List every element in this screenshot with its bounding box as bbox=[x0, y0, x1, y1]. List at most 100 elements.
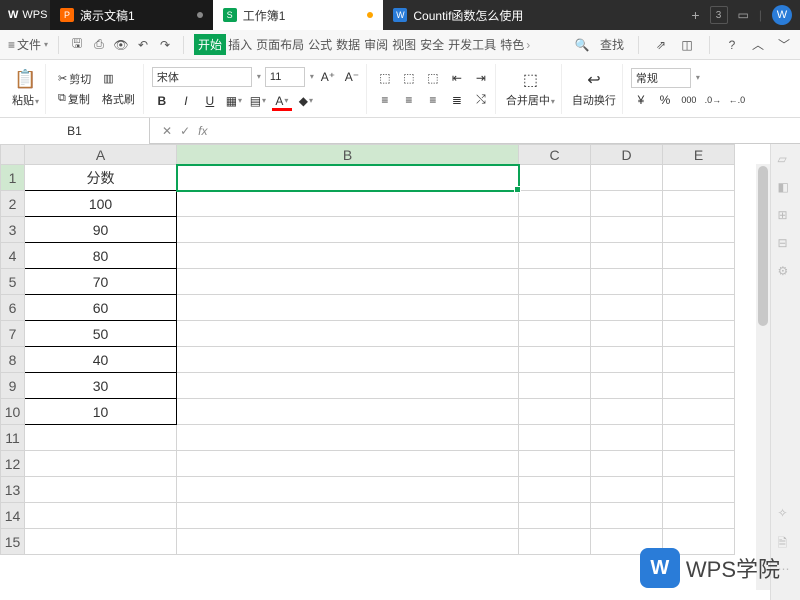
print-icon[interactable]: ⎙ bbox=[91, 37, 107, 53]
ribbon-tab-review[interactable]: 审阅 bbox=[362, 34, 390, 55]
tab-document[interactable]: W Countif函数怎么使用 bbox=[383, 0, 533, 30]
cell-E8[interactable] bbox=[663, 347, 735, 373]
row-header[interactable]: 5 bbox=[1, 269, 25, 295]
bold-button[interactable]: B bbox=[152, 91, 172, 111]
cell-B8[interactable] bbox=[177, 347, 519, 373]
cell-A15[interactable] bbox=[25, 529, 177, 555]
cell-A8[interactable]: 40 bbox=[25, 347, 177, 373]
cell-A11[interactable] bbox=[25, 425, 177, 451]
cell-A9[interactable]: 30 bbox=[25, 373, 177, 399]
cell-E11[interactable] bbox=[663, 425, 735, 451]
tab-count-badge[interactable]: 3 bbox=[710, 6, 728, 24]
cell-B7[interactable] bbox=[177, 321, 519, 347]
cell-D9[interactable] bbox=[591, 373, 663, 399]
dec-decimal-icon[interactable]: ←.0 bbox=[727, 90, 747, 110]
window-icon[interactable]: ◫ bbox=[679, 37, 695, 53]
sparkle-icon[interactable]: ✧ bbox=[778, 506, 794, 522]
cell-E1[interactable] bbox=[663, 165, 735, 191]
chevron-down-icon[interactable]: ▾ bbox=[696, 73, 700, 82]
align-middle-icon[interactable]: ⬚ bbox=[399, 68, 419, 88]
ribbon-tab-formula[interactable]: 公式 bbox=[306, 34, 334, 55]
expand-ribbon-icon[interactable]: ﹀ bbox=[776, 37, 792, 53]
file-menu[interactable]: ≡ 文件 ▾ bbox=[8, 36, 48, 53]
cell-D11[interactable] bbox=[591, 425, 663, 451]
cell-E14[interactable] bbox=[663, 503, 735, 529]
cell-B10[interactable] bbox=[177, 399, 519, 425]
cell-D5[interactable] bbox=[591, 269, 663, 295]
paste-group[interactable]: 📋 粘贴▾ bbox=[6, 64, 46, 114]
chevron-down-icon[interactable]: ▾ bbox=[257, 72, 261, 81]
align-left-icon[interactable]: ≡ bbox=[375, 90, 395, 110]
cell-C12[interactable] bbox=[519, 451, 591, 477]
cell-B6[interactable] bbox=[177, 295, 519, 321]
cell-D3[interactable] bbox=[591, 217, 663, 243]
search-label[interactable]: 查找 bbox=[600, 36, 624, 53]
cell-B13[interactable] bbox=[177, 477, 519, 503]
row-header[interactable]: 13 bbox=[1, 477, 25, 503]
cell-E10[interactable] bbox=[663, 399, 735, 425]
help-icon[interactable]: ? bbox=[724, 37, 740, 53]
currency-icon[interactable]: ¥ bbox=[631, 90, 651, 110]
cell-E2[interactable] bbox=[663, 191, 735, 217]
cell-C6[interactable] bbox=[519, 295, 591, 321]
vertical-scrollbar[interactable] bbox=[756, 164, 770, 590]
inc-decimal-icon[interactable]: .0→ bbox=[703, 90, 723, 110]
cell-A5[interactable]: 70 bbox=[25, 269, 177, 295]
cell-B4[interactable] bbox=[177, 243, 519, 269]
print-preview-icon[interactable]: 👁 bbox=[113, 37, 129, 53]
row-header[interactable]: 1 bbox=[1, 165, 25, 191]
cancel-icon[interactable]: ✕ bbox=[162, 124, 172, 138]
cell-D2[interactable] bbox=[591, 191, 663, 217]
cell-C7[interactable] bbox=[519, 321, 591, 347]
align-bottom-icon[interactable]: ⬚ bbox=[423, 68, 443, 88]
row-header[interactable]: 4 bbox=[1, 243, 25, 269]
cell-A2[interactable]: 100 bbox=[25, 191, 177, 217]
row-header[interactable]: 6 bbox=[1, 295, 25, 321]
cell-C3[interactable] bbox=[519, 217, 591, 243]
cell-style-button[interactable]: ▤▾ bbox=[248, 91, 268, 111]
align-top-icon[interactable]: ⬚ bbox=[375, 68, 395, 88]
style-tool-icon[interactable]: ◧ bbox=[778, 180, 794, 196]
font-name-combo[interactable]: 宋体 bbox=[152, 67, 252, 87]
row-header[interactable]: 14 bbox=[1, 503, 25, 529]
row-header[interactable]: 7 bbox=[1, 321, 25, 347]
cell-A13[interactable] bbox=[25, 477, 177, 503]
cell-B5[interactable] bbox=[177, 269, 519, 295]
underline-button[interactable]: U bbox=[200, 91, 220, 111]
new-tab-button[interactable]: + bbox=[691, 7, 699, 23]
cell-B9[interactable] bbox=[177, 373, 519, 399]
cell-A10[interactable]: 10 bbox=[25, 399, 177, 425]
confirm-icon[interactable]: ✓ bbox=[180, 124, 190, 138]
row-header[interactable]: 12 bbox=[1, 451, 25, 477]
cell-E13[interactable] bbox=[663, 477, 735, 503]
cell-E4[interactable] bbox=[663, 243, 735, 269]
cell-B3[interactable] bbox=[177, 217, 519, 243]
chevron-down-icon[interactable]: ▾ bbox=[310, 72, 314, 81]
indent-inc-icon[interactable]: ⇥ bbox=[471, 68, 491, 88]
cell-A7[interactable]: 50 bbox=[25, 321, 177, 347]
cell-E3[interactable] bbox=[663, 217, 735, 243]
cell-A1[interactable]: 分数 bbox=[25, 165, 177, 191]
format-painter-button[interactable]: 格式刷 bbox=[98, 90, 139, 108]
border-button[interactable]: ▦▾ bbox=[224, 91, 244, 111]
cell-C11[interactable] bbox=[519, 425, 591, 451]
ribbon-tab-view[interactable]: 视图 bbox=[390, 34, 418, 55]
cell-B1[interactable] bbox=[177, 165, 519, 191]
fill-color-button[interactable]: A▾ bbox=[272, 91, 292, 111]
cell-C9[interactable] bbox=[519, 373, 591, 399]
cell-D10[interactable] bbox=[591, 399, 663, 425]
cell-B2[interactable] bbox=[177, 191, 519, 217]
cell-E9[interactable] bbox=[663, 373, 735, 399]
app-list-icon[interactable]: ▭ bbox=[738, 8, 749, 22]
cut-button[interactable]: ✂剪切 bbox=[54, 70, 95, 88]
grow-font-icon[interactable]: A⁺ bbox=[318, 67, 338, 87]
cell-D4[interactable] bbox=[591, 243, 663, 269]
cell-B15[interactable] bbox=[177, 529, 519, 555]
font-size-combo[interactable]: 11 bbox=[265, 67, 305, 87]
cell-A14[interactable] bbox=[25, 503, 177, 529]
ribbon-tab-home[interactable]: 开始 bbox=[194, 34, 226, 55]
wrap-group[interactable]: ↩ 自动换行 bbox=[566, 64, 623, 114]
ribbon-tab-devtools[interactable]: 开发工具 bbox=[446, 34, 498, 55]
cell-A6[interactable]: 60 bbox=[25, 295, 177, 321]
cell-B14[interactable] bbox=[177, 503, 519, 529]
